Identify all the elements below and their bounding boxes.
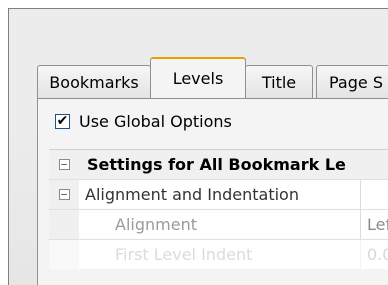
property-value[interactable]: Lef [361,210,388,239]
tab-page[interactable]: Page S [316,65,388,98]
tab-bookmarks[interactable]: Bookmarks [37,65,151,98]
property-value[interactable]: 0.0 [361,240,388,269]
gutter: − [49,180,79,209]
collapse-icon[interactable]: − [58,189,70,200]
use-global-options-row[interactable]: ✔ Use Global Options [55,112,232,131]
use-global-options-checkbox[interactable]: ✔ [55,114,70,129]
property-name: First Level Indent [115,245,253,264]
property-row-first-level-indent[interactable]: First Level Indent 0.0 [49,240,388,270]
use-global-options-label: Use Global Options [79,112,232,131]
gutter: − [49,150,79,179]
tab-strip: Bookmarks Levels Title Page S [33,54,388,98]
property-name-cell: First Level Indent [79,240,361,269]
settings-header-label: Settings for All Bookmark Le [87,155,346,174]
alignment-group-cell: Alignment and Indentation [79,180,361,209]
gutter [49,240,79,269]
gutter [49,210,79,239]
tab-levels[interactable]: Levels [150,57,246,98]
collapse-icon[interactable]: − [58,159,70,170]
alignment-group-label: Alignment and Indentation [85,185,299,204]
alignment-group-row[interactable]: − Alignment and Indentation [49,180,388,210]
options-dialog: Bookmarks Levels Title Page S ✔ Use Glob… [8,8,388,285]
tab-title[interactable]: Title [245,65,313,98]
property-grid: − Settings for All Bookmark Le − Alignme… [49,149,388,270]
settings-header-row[interactable]: − Settings for All Bookmark Le [49,150,388,180]
property-row-alignment[interactable]: Alignment Lef [49,210,388,240]
property-name: Alignment [115,215,197,234]
levels-panel: ✔ Use Global Options − Settings for All … [37,98,388,285]
property-name-cell: Alignment [79,210,361,239]
